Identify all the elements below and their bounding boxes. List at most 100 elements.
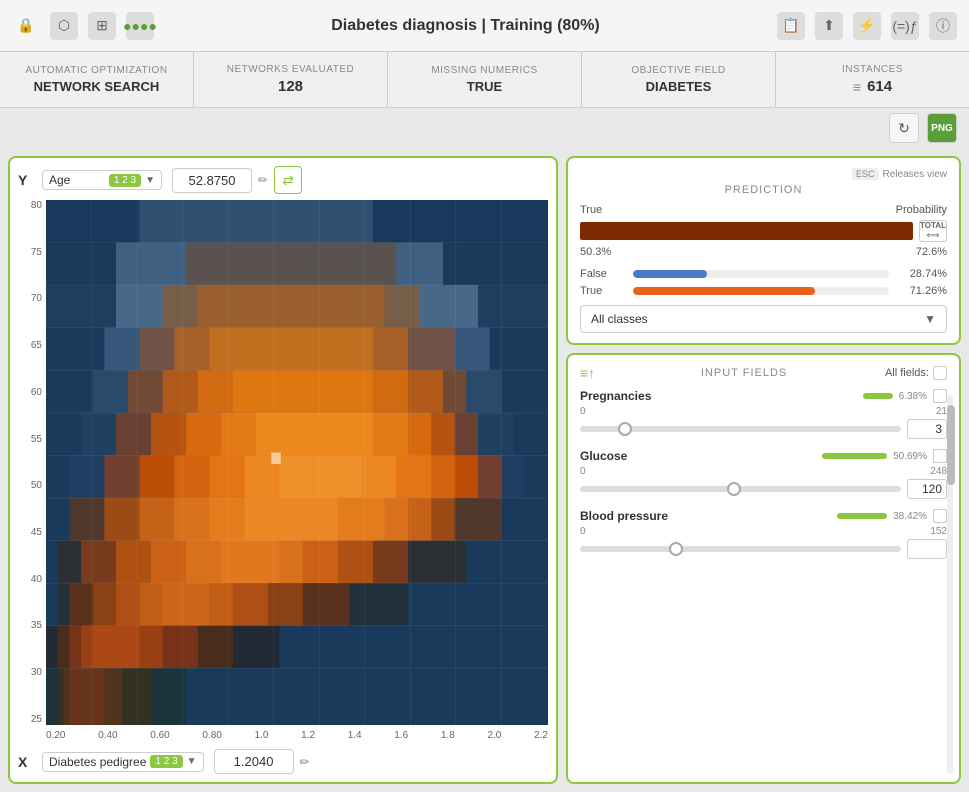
chart-area[interactable]: 0.20 0.40 0.60 0.80 1.0 1.2 1.4 1.6 1.8 … — [46, 200, 548, 745]
total-label: TOTAL — [920, 221, 946, 230]
refresh-button[interactable]: ↻ — [889, 113, 919, 143]
pregnancies-field: Pregnancies 6.38% 0 21 — [580, 389, 947, 439]
pred-class-false-pct: 28.74% — [897, 268, 947, 280]
input-panel-header: ≡↑ INPUT FIELDS All fields: — [580, 365, 947, 381]
classes-dropdown[interactable]: All classes ▼ — [580, 305, 947, 333]
pregnancies-checkbox[interactable] — [933, 389, 947, 403]
instances-value: 614 — [867, 78, 892, 95]
y-tick: 65 — [18, 340, 42, 351]
blood-pressure-bar — [837, 513, 887, 519]
y-field-name: Age — [49, 173, 105, 187]
blood-pressure-max: 152 — [930, 526, 947, 537]
prediction-title: PREDICTION — [580, 184, 947, 196]
y-refresh-icon[interactable]: ⇄ — [274, 166, 302, 194]
y-tick: 35 — [18, 620, 42, 631]
scrollbar-thumb[interactable] — [947, 405, 955, 485]
glucose-name: Glucose — [580, 449, 822, 463]
x-tick: 1.4 — [348, 730, 362, 748]
all-fields-checkbox[interactable] — [933, 366, 947, 380]
pred-main-prob: 72.6% — [916, 246, 947, 258]
blood-pressure-slider-row — [580, 539, 947, 559]
instances-label: INSTANCES — [842, 64, 903, 75]
pregnancies-slider-row — [580, 419, 947, 439]
glucose-max: 248 — [930, 466, 947, 477]
pred-class-false-bar — [633, 270, 707, 278]
blood-pressure-name: Blood pressure — [580, 509, 837, 523]
pregnancies-slider[interactable] — [580, 426, 901, 432]
y-field-badge: 1 2 3 — [109, 174, 141, 187]
x-tick: 1.6 — [394, 730, 408, 748]
network-icon[interactable]: ⬡ — [50, 12, 78, 40]
objective-value: DIABETES — [646, 79, 712, 94]
blood-pressure-pct: 38.42% — [893, 511, 927, 522]
blood-pressure-checkbox[interactable] — [933, 509, 947, 523]
pregnancies-header: Pregnancies 6.38% — [580, 389, 947, 403]
y-edit-icon[interactable]: ✏ — [258, 173, 268, 187]
releases-text: Releases view — [883, 169, 947, 180]
glucose-slider[interactable] — [580, 486, 901, 492]
pred-class-row-false: False 28.74% — [580, 268, 947, 280]
lock-icon[interactable]: 🔒 — [12, 12, 40, 40]
glucose-checkbox[interactable] — [933, 449, 947, 463]
y-tick: 55 — [18, 434, 42, 445]
pred-total-icon: TOTAL ⟺ — [919, 220, 947, 242]
objective-field-cell: OBJECTIVE FIELD DIABETES — [582, 52, 776, 107]
pred-main-pct: 50.3% — [580, 246, 611, 258]
esc-hint: ESC — [852, 168, 879, 180]
page-title: Diabetes diagnosis | Training (80%) — [164, 17, 767, 35]
y-tick: 80 — [18, 200, 42, 211]
objective-label: OBJECTIVE FIELD — [631, 65, 725, 76]
x-field-select[interactable]: Diabetes pedigree 1 2 3 ▼ — [42, 752, 204, 772]
x-tick: 1.2 — [301, 730, 315, 748]
png-export-button[interactable]: PNG — [927, 113, 957, 143]
copy-icon[interactable]: 📋 — [777, 12, 805, 40]
sort-icon[interactable]: ≡↑ — [580, 365, 595, 381]
x-tick: 0.60 — [150, 730, 169, 748]
battery-icon[interactable]: ⚡ — [853, 12, 881, 40]
right-panels: ESC Releases view PREDICTION True Probab… — [566, 156, 961, 784]
y-axis-label: Y — [18, 172, 34, 188]
scrollbar[interactable] — [947, 395, 955, 774]
y-tick: 75 — [18, 247, 42, 258]
pred-class-true-name: True — [580, 285, 625, 297]
upload-icon[interactable]: ⬆ — [815, 12, 843, 40]
pregnancies-input[interactable] — [907, 419, 947, 439]
pred-class-false-name: False — [580, 268, 625, 280]
missing-numerics-cell: MISSING NUMERICS TRUE — [388, 52, 582, 107]
blood-pressure-thumb[interactable] — [669, 542, 683, 556]
dots-icon[interactable]: ●●●● — [126, 12, 154, 40]
layers-icon[interactable]: ⊞ — [88, 12, 116, 40]
total-ruler-icon: ⟺ — [927, 230, 940, 241]
x-edit-icon[interactable]: ✏ — [300, 755, 310, 769]
all-fields-label: All fields: — [885, 367, 929, 379]
blood-pressure-input[interactable] — [907, 539, 947, 559]
pregnancies-range: 0 21 — [580, 406, 947, 417]
formula-icon[interactable]: (=)ƒ — [891, 12, 919, 40]
missing-label: MISSING NUMERICS — [431, 65, 537, 76]
y-axis-row: Y Age 1 2 3 ▼ 52.8750 ✏ ⇄ — [18, 166, 548, 194]
y-tick: 25 — [18, 714, 42, 725]
auto-opt-label: AUTOMATIC OPTIMIZATION — [25, 65, 167, 76]
pregnancies-thumb[interactable] — [618, 422, 632, 436]
instances-row: ≡ 614 — [853, 78, 892, 95]
input-fields-panel: ≡↑ INPUT FIELDS All fields: Pregnancies … — [566, 353, 961, 784]
networks-label: NETWORKS EVALUATED — [227, 64, 355, 75]
scrollbar-track — [947, 395, 953, 774]
glucose-thumb[interactable] — [727, 482, 741, 496]
instances-cell: INSTANCES ≡ 614 — [776, 52, 969, 107]
x-field-badge: 1 2 3 — [150, 755, 182, 768]
x-value-box: 1.2040 — [214, 749, 294, 774]
blood-pressure-slider[interactable] — [580, 546, 901, 552]
pred-main-bar-container — [580, 222, 913, 240]
x-tick: 0.80 — [202, 730, 221, 748]
pregnancies-max: 21 — [936, 406, 947, 417]
y-field-select[interactable]: Age 1 2 3 ▼ — [42, 170, 162, 190]
toolbar: ↻ PNG — [0, 108, 969, 148]
y-value-box: 52.8750 — [172, 168, 252, 193]
pred-header: True Probability — [580, 204, 947, 216]
info-icon[interactable]: ⓘ — [929, 12, 957, 40]
glucose-input[interactable] — [907, 479, 947, 499]
y-tick: 30 — [18, 667, 42, 678]
auto-opt-value: NETWORK SEARCH — [34, 79, 160, 94]
glucose-range: 0 248 — [580, 466, 947, 477]
